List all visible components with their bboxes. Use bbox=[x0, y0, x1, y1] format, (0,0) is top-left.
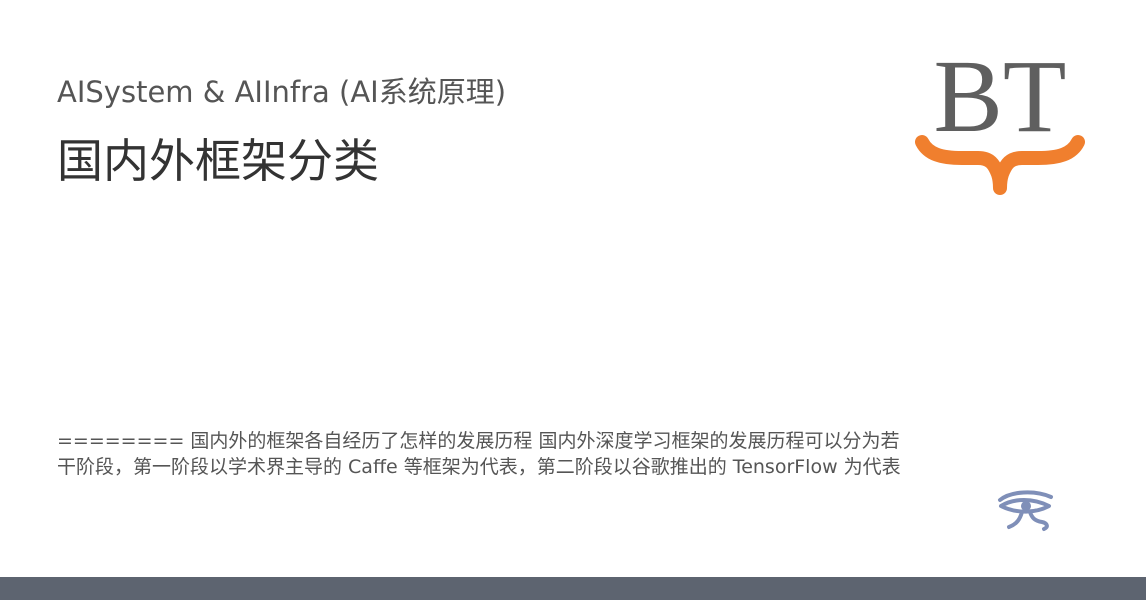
link-preview-card[interactable]: AISystem & AIInfra (AI系统原理) 国内外框架分类 BT =… bbox=[0, 0, 1146, 600]
site-title: AISystem & AIInfra (AI系统原理) bbox=[57, 75, 507, 109]
footer-bar bbox=[0, 577, 1146, 600]
book-brace-logo: BT bbox=[910, 30, 1090, 210]
page-description: ======== 国内外的框架各自经历了怎样的发展历程 国内外深度学习框架的发展… bbox=[57, 430, 901, 478]
site-logo: BT bbox=[910, 30, 1090, 210]
logo-text: BT bbox=[934, 39, 1067, 154]
page-title: 国内外框架分类 bbox=[57, 134, 379, 188]
eye-of-horus-icon bbox=[996, 488, 1054, 532]
